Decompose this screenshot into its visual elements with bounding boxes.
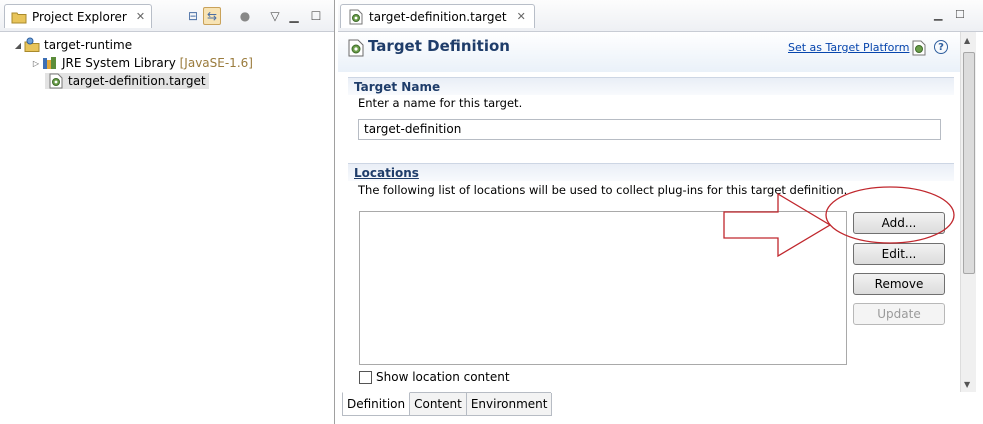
- form-header: Target Definition Set as Target Platform…: [338, 32, 960, 72]
- explorer-tab-label: Project Explorer: [32, 9, 127, 24]
- project-label: target-runtime: [44, 38, 133, 52]
- locations-list[interactable]: [359, 211, 847, 365]
- collapsed-twisty-icon[interactable]: ▷: [30, 59, 42, 68]
- locations-section-heading[interactable]: Locations: [348, 163, 954, 181]
- scroll-thumb[interactable]: [963, 52, 975, 274]
- add-button-label: Add...: [881, 216, 917, 230]
- editor-page-tabs: Definition Content Environment: [342, 392, 553, 416]
- set-target-platform-link[interactable]: Set as Target Platform: [788, 41, 909, 54]
- minimize-icon[interactable]: ▁: [285, 7, 303, 25]
- tree-item-jre[interactable]: ▷ JRE System Library [JavaSE-1.6]: [0, 54, 334, 72]
- editor-tab-bar: target-definition.target ✕ ▁ ☐: [338, 0, 983, 32]
- target-file-icon: [48, 73, 64, 89]
- folder-icon: [11, 12, 27, 23]
- explorer-tab[interactable]: Project Explorer ✕: [4, 4, 153, 28]
- locations-description: The following list of locations will be …: [358, 183, 848, 197]
- library-icon: [42, 55, 58, 71]
- jre-version: [JavaSE-1.6]: [179, 56, 253, 70]
- update-button[interactable]: Update: [853, 303, 945, 325]
- jre-label: JRE System Library: [62, 56, 176, 70]
- maximize-icon[interactable]: ☐: [955, 8, 965, 21]
- collapse-all-icon[interactable]: ⊟: [184, 7, 202, 25]
- file-label: target-definition.target: [68, 74, 206, 88]
- target-name-input[interactable]: target-definition: [358, 119, 941, 140]
- target-editor: target-definition.target ✕ ▁ ☐ Target De…: [338, 0, 983, 424]
- close-icon[interactable]: ✕: [517, 10, 526, 23]
- remove-button[interactable]: Remove: [853, 273, 945, 295]
- scroll-down-icon[interactable]: ▼: [964, 380, 970, 389]
- project-explorer-view: Project Explorer ✕ ⊟ ⇆ ● ▽ ▁ ☐ ◢ target-…: [0, 0, 335, 424]
- update-button-label: Update: [877, 307, 921, 321]
- close-icon[interactable]: ✕: [136, 10, 145, 23]
- remove-button-label: Remove: [874, 277, 924, 291]
- target-definition-icon: [348, 39, 364, 57]
- help-icon[interactable]: ?: [934, 40, 948, 54]
- tab-environment[interactable]: Environment: [465, 393, 553, 416]
- show-content-checkbox-row[interactable]: Show location content: [359, 370, 510, 384]
- selected-file[interactable]: target-definition.target: [45, 73, 209, 89]
- form-title: Target Definition: [368, 37, 510, 55]
- target-file-icon: [349, 9, 363, 24]
- maximize-icon[interactable]: ☐: [307, 7, 325, 25]
- reload-target-icon[interactable]: [912, 40, 928, 56]
- edit-button[interactable]: Edit...: [853, 243, 945, 265]
- tab-definition[interactable]: Definition: [342, 392, 411, 416]
- vertical-scrollbar[interactable]: ▲ ▼: [960, 32, 976, 392]
- link-with-editor-icon[interactable]: ⇆: [203, 7, 221, 25]
- editor-tab[interactable]: target-definition.target ✕: [340, 4, 535, 28]
- tab-content[interactable]: Content: [409, 393, 467, 416]
- filter-icon[interactable]: ●: [236, 7, 254, 25]
- explorer-tab-bar: Project Explorer ✕ ⊟ ⇆ ● ▽ ▁ ☐: [0, 0, 334, 32]
- tree-item-target-file[interactable]: target-definition.target: [0, 72, 334, 90]
- target-name-description: Enter a name for this target.: [358, 96, 523, 110]
- view-menu-icon[interactable]: ▽: [266, 7, 284, 25]
- target-name-section-heading[interactable]: Target Name: [348, 77, 954, 95]
- add-button[interactable]: Add...: [853, 212, 945, 234]
- scroll-up-icon[interactable]: ▲: [964, 36, 970, 45]
- tree-item-project[interactable]: ◢ target-runtime: [0, 36, 334, 54]
- plugin-project-icon: [24, 37, 40, 53]
- editor-tab-label: target-definition.target: [369, 9, 507, 24]
- edit-button-label: Edit...: [881, 247, 917, 261]
- expanded-twisty-icon[interactable]: ◢: [12, 41, 24, 50]
- project-tree: ◢ target-runtime ▷ JRE System Library [J…: [0, 36, 334, 90]
- show-content-checkbox[interactable]: [359, 370, 372, 384]
- show-content-label: Show location content: [376, 370, 510, 384]
- minimize-icon[interactable]: ▁: [934, 8, 942, 21]
